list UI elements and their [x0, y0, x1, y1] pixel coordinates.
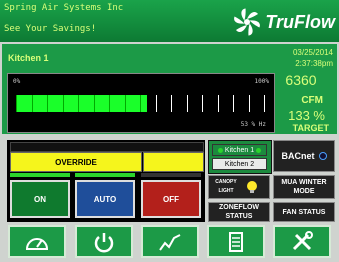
percent-label: TARGET: [292, 123, 329, 133]
meter-tick: [63, 95, 64, 112]
meter-max-label: 100%: [254, 78, 269, 85]
meter-tick: [47, 95, 48, 112]
canopy-light-button[interactable]: CANOPY LIGHT: [208, 175, 270, 199]
zone-label: Kitchen 2: [224, 160, 255, 168]
meter-tick: [171, 95, 172, 112]
override-button[interactable]: OVERRIDE: [10, 152, 142, 172]
zone-label: Kitchen 1: [224, 146, 255, 154]
meter-tick: [249, 95, 250, 112]
zoneflow-status-button[interactable]: ZONEFLOW STATUS: [208, 202, 270, 222]
bacnet-label: BACnet: [281, 151, 315, 161]
meter-tick: [202, 95, 203, 112]
meter-tick: [140, 95, 141, 112]
nav-document-button[interactable]: [207, 225, 265, 258]
datetime: 03/25/2014 2:37:38pm: [293, 47, 333, 69]
app-root: Spring Air Systems Inc See Your Savings!…: [0, 0, 339, 262]
percent-value: 133 %: [288, 108, 325, 123]
meter-tick: [125, 95, 126, 112]
nav-settings-button[interactable]: [273, 225, 331, 258]
document-icon: [229, 231, 243, 252]
header-bar: Spring Air Systems Inc See Your Savings!…: [0, 0, 339, 42]
status-dot-icon: [217, 147, 223, 153]
power-icon: [94, 232, 114, 252]
meter-min-label: 0%: [13, 78, 21, 85]
zone-item-kitchen-2[interactable]: Kitchen 2: [212, 158, 267, 170]
fan-logo-icon: [234, 8, 261, 36]
meter-tick: [94, 95, 95, 112]
off-indicator: [141, 173, 201, 177]
off-button[interactable]: OFF: [141, 180, 201, 218]
nav-dashboard-button[interactable]: [8, 225, 66, 258]
meter-tick: [233, 95, 234, 112]
auto-button[interactable]: AUTO: [75, 180, 135, 218]
meter-tick: [218, 95, 219, 112]
meter-hz-label: 53 % Hz: [240, 121, 266, 128]
slogan: See Your Savings!: [4, 24, 97, 34]
on-indicator: [10, 173, 70, 177]
on-button[interactable]: ON: [10, 180, 70, 218]
trend-chart-icon: [159, 233, 181, 251]
date-text: 03/25/2014: [292, 48, 333, 57]
cfm-unit: CFM: [301, 95, 323, 106]
bacnet-button[interactable]: BACnet: [273, 140, 335, 172]
nav-power-button[interactable]: [75, 225, 133, 258]
meter-tick: [32, 95, 33, 112]
time-text: 2:37:38pm: [295, 59, 333, 68]
light-bulb-icon: [247, 181, 257, 193]
fan-control-panel: OVERRIDE ON AUTO OFF: [7, 140, 205, 222]
canopy-light-label: CANOPY LIGHT: [215, 179, 237, 194]
status-dot-icon: [256, 147, 262, 153]
zone-item-kitchen-1[interactable]: Kitchen 1: [212, 144, 267, 156]
meter-tick: [187, 95, 188, 112]
zone-title: Kitchen 1: [8, 53, 49, 63]
auto-indicator: [75, 173, 135, 177]
mua-winter-mode-button[interactable]: MUA WINTER MODE: [273, 175, 335, 199]
logo-text: TruFlow: [265, 11, 335, 32]
override-status-bar: [10, 142, 204, 152]
override-indicator: [143, 152, 204, 172]
meter-tick: [156, 95, 157, 112]
logo: TruFlow: [231, 8, 335, 36]
zone-selector: Kitchen 1 Kitchen 2: [208, 140, 272, 174]
speedometer-icon: [25, 237, 49, 250]
company-name: Spring Air Systems Inc: [4, 3, 124, 13]
fan-status-button[interactable]: FAN STATUS: [273, 202, 335, 222]
nav-trend-button[interactable]: [141, 225, 199, 258]
meter-tick: [109, 95, 110, 112]
meter-tick: [264, 95, 265, 112]
bacnet-status-icon: [318, 152, 327, 160]
meter-tick: [78, 95, 79, 112]
meter-ticks: [16, 95, 265, 112]
tools-icon: [292, 230, 313, 250]
cfm-value: 6360: [285, 72, 317, 88]
speed-meter: 0% 100% 53 % Hz: [7, 73, 275, 133]
meter-tick: [16, 95, 17, 112]
